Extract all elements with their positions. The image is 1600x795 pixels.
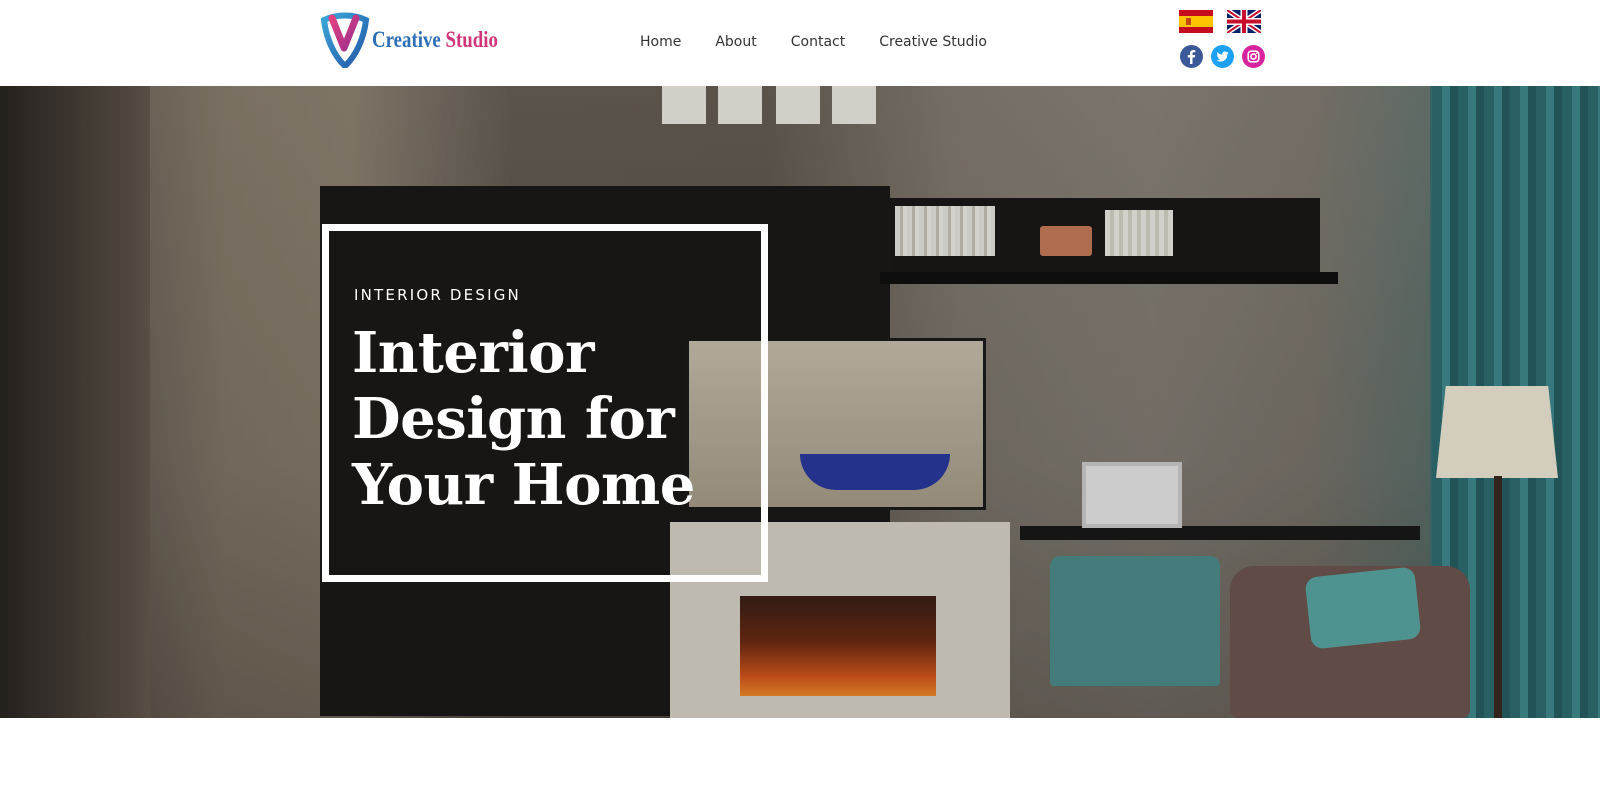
- brand-name: Creative Studio: [372, 27, 498, 53]
- hero-overlay: [0, 86, 1600, 718]
- spanish-flag-icon[interactable]: [1179, 10, 1213, 33]
- hero-headline: Interior Design for Your Home: [352, 320, 712, 518]
- hero-banner: [0, 86, 1600, 718]
- logo-icon: [320, 12, 370, 68]
- social-links: [1180, 45, 1265, 68]
- brand-logo[interactable]: Creative Studio: [320, 12, 526, 68]
- site-header: Creative Studio Home About Contact Creat…: [0, 0, 1600, 86]
- language-switcher: [1179, 10, 1261, 33]
- twitter-icon[interactable]: [1211, 45, 1234, 68]
- instagram-icon[interactable]: [1242, 45, 1265, 68]
- facebook-icon[interactable]: [1180, 45, 1203, 68]
- brand-word-studio: Studio: [445, 27, 498, 52]
- brand-word-creative: Creative: [372, 27, 441, 52]
- uk-flag-icon[interactable]: [1227, 10, 1261, 33]
- main-nav: Home About Contact Creative Studio: [623, 34, 1004, 50]
- hero-headline-line-2: Design for: [352, 386, 675, 452]
- nav-home[interactable]: Home: [640, 34, 681, 50]
- nav-creative-studio[interactable]: Creative Studio: [879, 34, 987, 50]
- nav-contact[interactable]: Contact: [791, 34, 845, 50]
- hero-kicker: INTERIOR DESIGN: [354, 286, 521, 304]
- hero-headline-line-1: Interior: [352, 320, 595, 386]
- nav-about[interactable]: About: [715, 34, 756, 50]
- hero-headline-line-3: Your Home: [352, 452, 695, 518]
